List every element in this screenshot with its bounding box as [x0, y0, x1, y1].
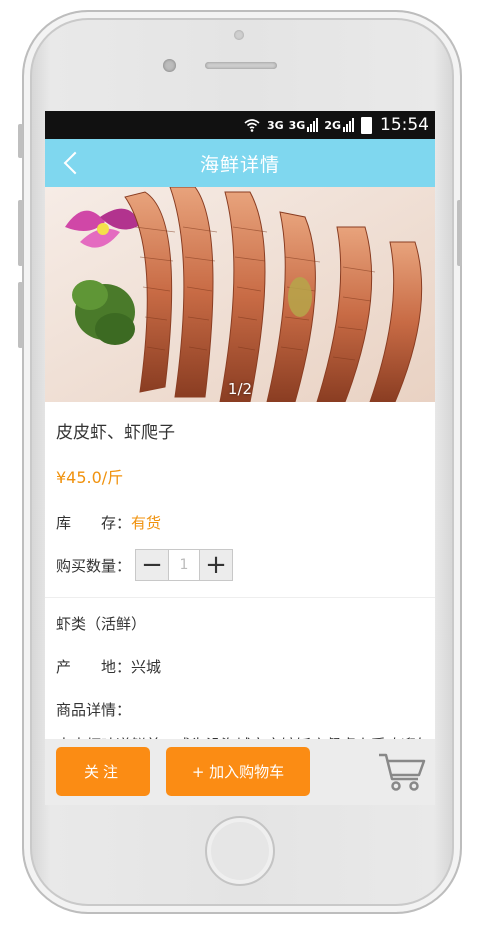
volume-up-button [18, 200, 23, 266]
front-camera [234, 30, 244, 40]
product-info: 皮皮虾、虾爬子 ¥45.0/斤 库 存： 有货 购买数量： − 1 + 虾类（活… [45, 402, 435, 744]
origin-value: 兴城 [131, 658, 162, 676]
power-button [457, 200, 462, 266]
origin-label: 产 地： [56, 658, 132, 676]
page-title: 海鲜详情 [199, 153, 280, 176]
quantity-row: 购买数量： − 1 + [56, 549, 424, 581]
network-type-1: 3G [266, 118, 284, 132]
origin-row: 产 地：兴城 [56, 656, 424, 677]
battery-icon [361, 116, 372, 134]
proximity-sensor [163, 59, 176, 72]
nav-bar: 海鲜详情 [45, 139, 435, 187]
mantis-shrimp-photo [45, 187, 435, 402]
quantity-label: 购买数量： [56, 556, 132, 575]
product-image-carousel[interactable]: 1/2 [45, 187, 435, 402]
carousel-page-indicator: 1/2 [227, 380, 253, 398]
stock-value: 有货 [131, 514, 162, 532]
stock-row: 库 存： 有货 [56, 512, 424, 533]
app-screen: 3G 3G 2G 15:54 海鲜详情 1/2 皮皮虾、虾爬子 ¥45.0/斤 … [45, 111, 435, 805]
home-button[interactable] [205, 816, 275, 886]
stock-label: 库 存： [56, 514, 132, 532]
product-category: 虾类（活鲜） [56, 615, 147, 633]
detail-label: 商品详情： [56, 701, 132, 719]
clock: 15:54 [380, 115, 429, 135]
volume-down-button [18, 282, 23, 348]
signal-bars-icon [307, 118, 319, 132]
divider [45, 597, 435, 598]
follow-button[interactable]: 关注 [56, 747, 150, 796]
product-name: 皮皮虾、虾爬子 [56, 423, 175, 443]
network-type-2: 3G [288, 118, 306, 132]
back-arrow-icon[interactable] [59, 149, 87, 177]
increase-quantity-button[interactable]: + [200, 550, 233, 580]
wifi-icon [244, 119, 260, 132]
status-bar: 3G 3G 2G 15:54 [45, 111, 435, 139]
add-to-cart-button[interactable]: + 加入购物车 [166, 747, 310, 796]
earpiece-speaker [205, 62, 277, 69]
signal-bars-icon [343, 118, 355, 132]
quantity-stepper: − 1 + [135, 549, 234, 581]
quantity-input[interactable]: 1 [168, 550, 201, 580]
decrease-quantity-button[interactable]: − [136, 550, 169, 580]
shopping-cart-icon[interactable] [377, 751, 427, 793]
bottom-action-bar: 关注 + 加入购物车 [45, 739, 435, 805]
product-price: ¥45.0/斤 [56, 468, 124, 487]
network-type-3: 2G [324, 118, 341, 132]
mute-switch [18, 124, 23, 158]
